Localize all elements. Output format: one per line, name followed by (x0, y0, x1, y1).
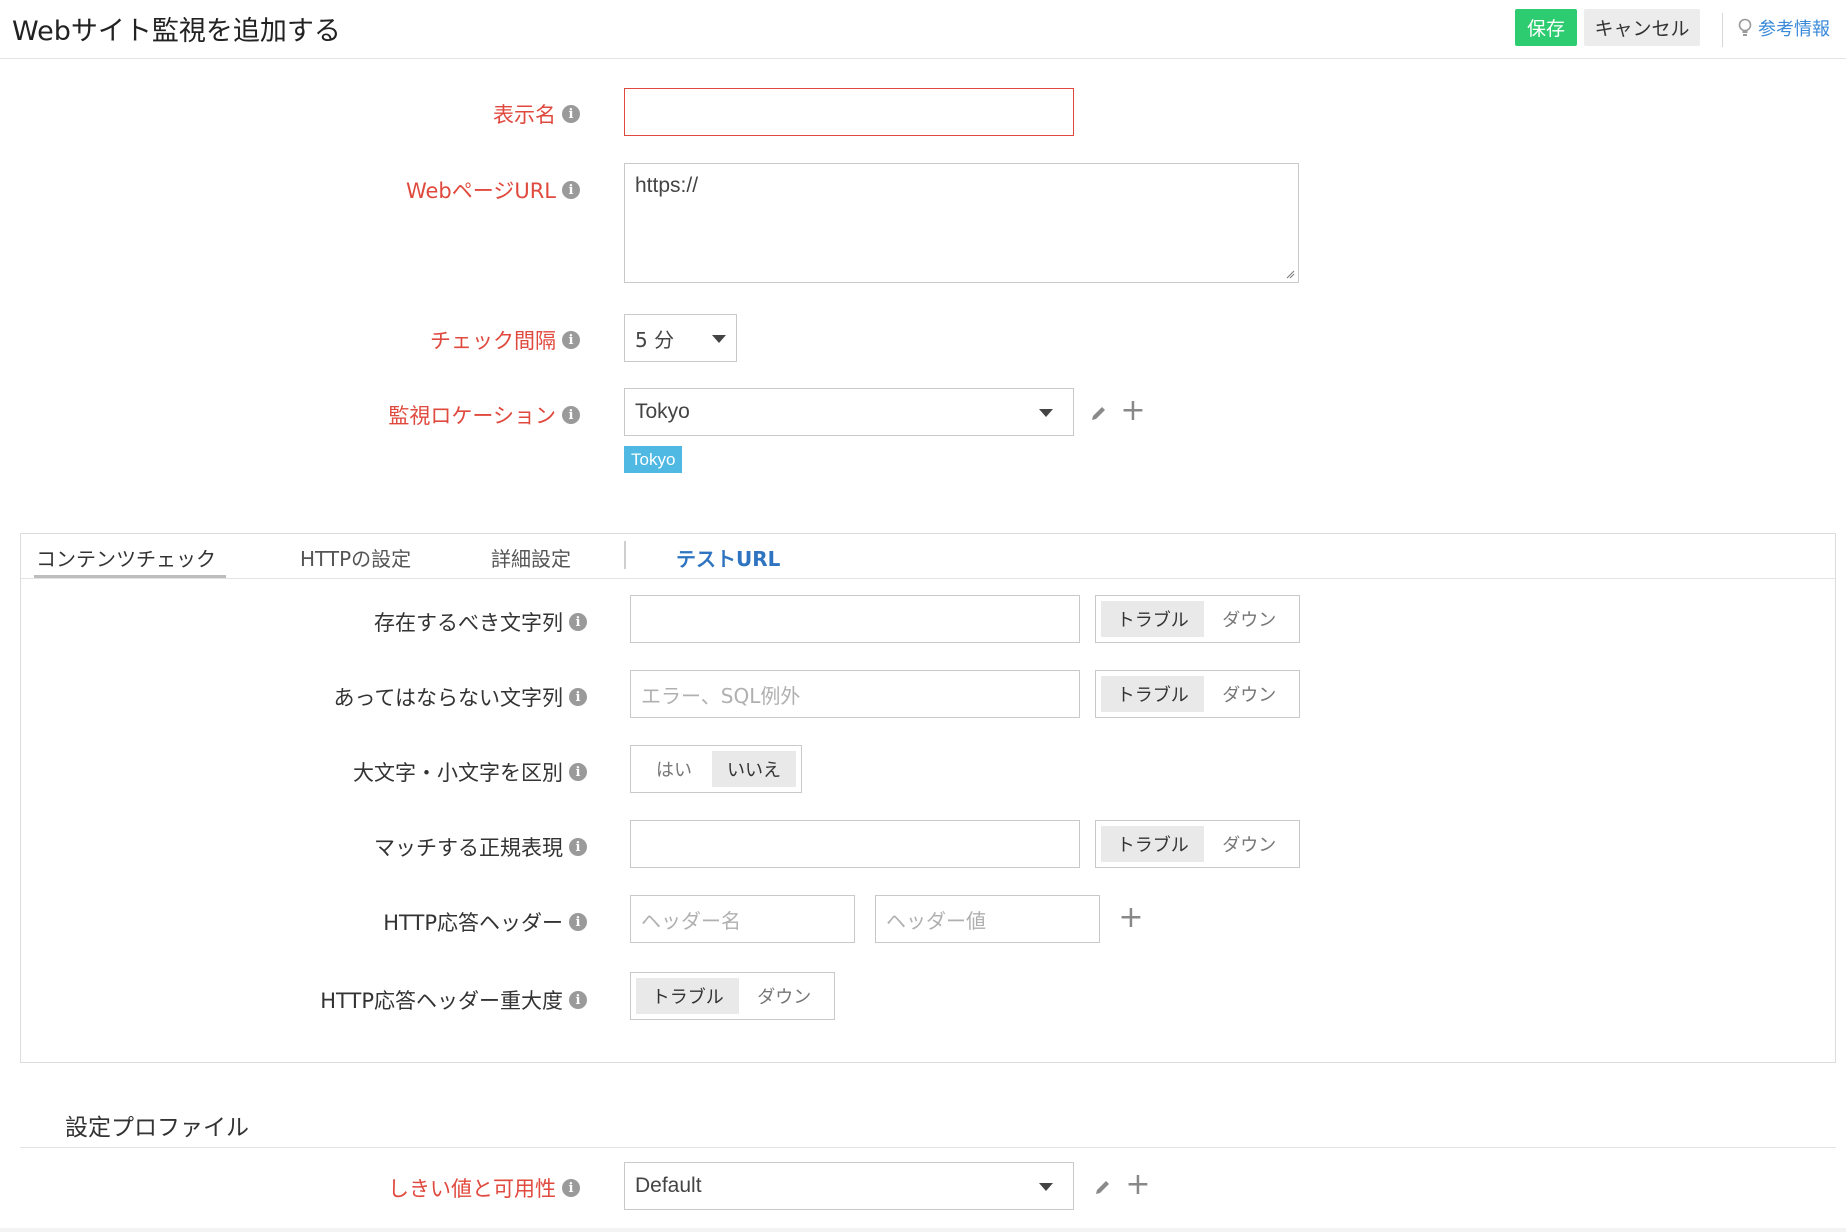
info-icon: i (562, 181, 580, 199)
bottom-strip (0, 1228, 1846, 1232)
tab-http-settings[interactable]: HTTPの設定 (300, 543, 411, 572)
case-sensitive-label-row: 大文字・小文字を区別 i (300, 752, 587, 792)
header-name-input[interactable]: ヘッダー名 (630, 895, 855, 943)
should-not-contain-input[interactable]: エラー、SQL例外 (630, 670, 1080, 718)
severity-trouble-option[interactable]: トラブル (1101, 676, 1205, 712)
case-sensitive-label: 大文字・小文字を区別 (353, 761, 563, 785)
location-label: 監視ロケーション (388, 404, 556, 428)
info-icon: i (569, 913, 587, 931)
should-not-contain-label-row: あってはならない文字列 i (300, 677, 587, 717)
regex-severity: トラブル ダウン (1095, 820, 1300, 868)
pencil-icon[interactable] (1086, 400, 1112, 426)
help-link[interactable]: 参考情報 (1738, 13, 1830, 43)
severity-trouble-option[interactable]: トラブル (636, 978, 740, 1014)
threshold-label: しきい値と可用性 (388, 1177, 556, 1201)
header-name-placeholder: ヘッダー名 (641, 908, 741, 933)
should-not-contain-label: あってはならない文字列 (333, 686, 563, 710)
should-contain-label: 存在するべき文字列 (374, 611, 563, 635)
header-value-placeholder: ヘッダー値 (886, 908, 986, 933)
save-button[interactable]: 保存 (1515, 9, 1577, 46)
http-header-label-row: HTTP応答ヘッダー i (300, 902, 587, 942)
interval-value: 5 分 (635, 327, 675, 352)
http-header-severity-label-row: HTTP応答ヘッダー重大度 i (300, 980, 587, 1020)
tab-test-url[interactable]: テストURL (676, 543, 780, 572)
interval-label: チェック間隔 (430, 329, 556, 353)
info-icon: i (569, 688, 587, 706)
cancel-button[interactable]: キャンセル (1584, 9, 1700, 46)
lightbulb-icon (1738, 18, 1752, 36)
tab-content-check[interactable]: コンテンツチェック (36, 543, 216, 572)
http-header-severity-label: HTTP応答ヘッダー重大度 (320, 989, 563, 1013)
section-title: 設定プロファイル (65, 1115, 249, 1141)
resize-handle-icon[interactable] (1285, 269, 1295, 279)
info-icon: i (569, 991, 587, 1009)
severity-trouble-option[interactable]: トラブル (1101, 601, 1205, 637)
url-label-row: WebページURL i (300, 170, 580, 210)
plus-icon[interactable]: + (1118, 903, 1144, 933)
interval-select[interactable]: 5 分 (624, 314, 737, 362)
severity-trouble-option[interactable]: トラブル (1101, 826, 1205, 862)
http-header-label: HTTP応答ヘッダー (383, 911, 563, 935)
location-label-row: 監視ロケーション i (300, 395, 580, 435)
should-not-contain-placeholder: エラー、SQL例外 (641, 683, 801, 708)
info-icon: i (569, 613, 587, 631)
display-name-label: 表示名 (493, 103, 556, 127)
location-value: Tokyo (635, 400, 690, 423)
info-icon: i (569, 838, 587, 856)
severity-down-option[interactable]: ダウン (1204, 601, 1294, 637)
threshold-select[interactable]: Default (624, 1162, 1074, 1210)
info-icon: i (569, 763, 587, 781)
pencil-icon[interactable] (1090, 1174, 1116, 1200)
header-divider (1722, 13, 1723, 47)
interval-label-row: チェック間隔 i (300, 320, 580, 360)
url-textarea[interactable]: https:// (624, 163, 1299, 283)
case-yes-option[interactable]: はい (636, 751, 712, 787)
display-name-input[interactable] (624, 88, 1074, 136)
severity-down-option[interactable]: ダウン (739, 978, 829, 1014)
plus-icon[interactable]: + (1125, 1170, 1151, 1200)
location-tag[interactable]: Tokyo (624, 446, 683, 473)
tab-advanced-settings[interactable]: 詳細設定 (491, 543, 571, 572)
severity-down-option[interactable]: ダウン (1204, 826, 1294, 862)
url-value: https:// (635, 174, 699, 197)
should-contain-severity: トラブル ダウン (1095, 595, 1300, 643)
info-icon: i (562, 331, 580, 349)
help-label: 参考情報 (1758, 19, 1830, 40)
url-label: WebページURL (405, 179, 556, 203)
regex-label-row: マッチする正規表現 i (300, 827, 587, 867)
should-contain-input[interactable] (630, 595, 1080, 643)
header-value-input[interactable]: ヘッダー値 (875, 895, 1100, 943)
regex-input[interactable] (630, 820, 1080, 868)
tabs-divider (21, 578, 1835, 579)
page-title: Webサイト監視を追加する (12, 16, 341, 47)
case-no-option[interactable]: いいえ (712, 751, 796, 787)
info-icon: i (562, 105, 580, 123)
info-icon: i (562, 406, 580, 424)
plus-icon[interactable]: + (1120, 396, 1146, 426)
info-icon: i (562, 1179, 580, 1197)
threshold-label-row: しきい値と可用性 i (300, 1168, 580, 1208)
severity-down-option[interactable]: ダウン (1204, 676, 1294, 712)
threshold-value: Default (635, 1174, 702, 1197)
caret-down-icon (712, 335, 726, 343)
tab-separator (624, 541, 626, 569)
should-contain-label-row: 存在するべき文字列 i (300, 602, 587, 642)
regex-label: マッチする正規表現 (374, 836, 563, 860)
caret-down-icon (1039, 409, 1053, 417)
should-not-contain-severity: トラブル ダウン (1095, 670, 1300, 718)
section-divider (20, 1147, 1836, 1148)
display-name-label-row: 表示名 i (300, 94, 580, 134)
location-select[interactable]: Tokyo (624, 388, 1074, 436)
caret-down-icon (1039, 1183, 1053, 1191)
header-divider-line (0, 58, 1846, 59)
http-header-severity: トラブル ダウン (630, 972, 835, 1020)
case-sensitive-toggle: はい いいえ (630, 745, 802, 793)
